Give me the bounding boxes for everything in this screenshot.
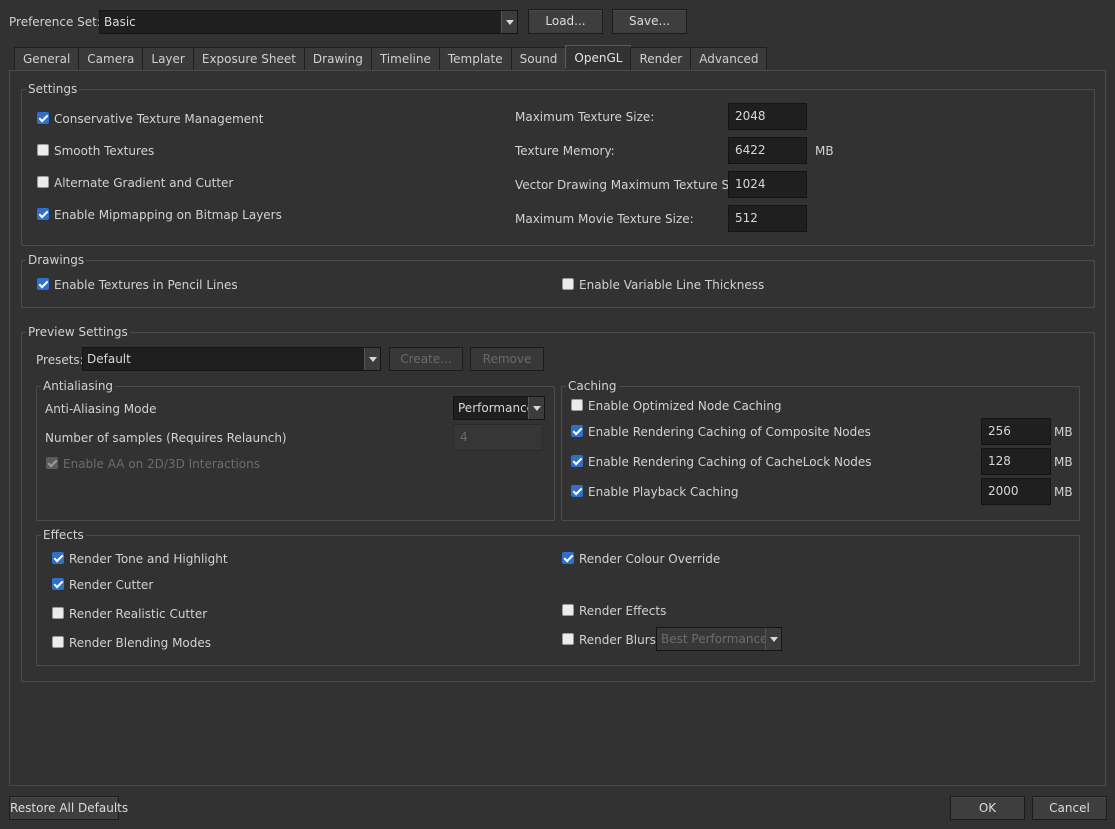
aa-samples-label: Number of samples (Requires Relaunch): [45, 431, 287, 445]
preview-settings-title: Preview Settings: [26, 325, 130, 339]
composite-nodes-label: Enable Rendering Caching of Composite No…: [588, 425, 871, 439]
vector-max-texture-label: Vector Drawing Maximum Texture Size :: [515, 178, 754, 192]
max-texture-size-label: Maximum Texture Size:: [515, 110, 655, 124]
colour-override-label: Render Colour Override: [579, 552, 721, 566]
textures-pencil-label: Enable Textures in Pencil Lines: [54, 278, 238, 292]
cachelock-nodes-field[interactable]: 128: [981, 448, 1051, 475]
aa-samples-field[interactable]: 4: [453, 424, 543, 451]
composite-nodes-unit: MB: [1054, 425, 1073, 439]
tab-sound[interactable]: Sound: [510, 47, 567, 70]
aa-mode-dropdown[interactable]: Performance: [453, 396, 545, 420]
tone-highlight-checkbox[interactable]: [52, 552, 64, 564]
tab-opengl[interactable]: OpenGL: [565, 45, 632, 69]
drawings-title: Drawings: [26, 253, 87, 267]
enable-mipmapping-checkbox[interactable]: [37, 208, 49, 220]
max-movie-texture-label: Maximum Movie Texture Size:: [515, 212, 694, 226]
presets-value: Default: [87, 352, 131, 366]
enable-mipmapping-label: Enable Mipmapping on Bitmap Layers: [54, 208, 282, 222]
alternate-gradient-label: Alternate Gradient and Cutter: [54, 176, 234, 190]
remove-preset-button[interactable]: Remove: [470, 347, 544, 371]
antialiasing-title: Antialiasing: [41, 379, 116, 393]
tab-template[interactable]: Template: [438, 47, 512, 70]
optimized-node-checkbox[interactable]: [571, 399, 583, 411]
preference-set-value: Basic: [104, 15, 136, 29]
caching-title: Caching: [566, 379, 619, 393]
preference-set-dropdown[interactable]: Basic: [99, 10, 518, 34]
ok-button[interactable]: OK: [950, 796, 1025, 820]
load-button[interactable]: Load...: [528, 9, 603, 34]
create-preset-button[interactable]: Create...: [389, 347, 463, 371]
playback-caching-field[interactable]: 2000: [981, 478, 1051, 505]
render-cutter-label: Render Cutter: [69, 578, 154, 592]
texture-memory-field[interactable]: 6422: [728, 137, 807, 164]
aa-interactions-checkbox[interactable]: [46, 457, 58, 469]
playback-caching-checkbox[interactable]: [571, 485, 583, 497]
colour-override-checkbox[interactable]: [562, 552, 574, 564]
restore-defaults-button[interactable]: Restore All Defaults: [9, 796, 128, 820]
realistic-cutter-checkbox[interactable]: [52, 607, 64, 619]
preference-set-label: Preference Set:: [9, 15, 101, 29]
render-effects-checkbox[interactable]: [562, 604, 574, 616]
presets-label: Presets:: [36, 353, 84, 367]
variable-thickness-label: Enable Variable Line Thickness: [579, 278, 765, 292]
alternate-gradient-checkbox[interactable]: [37, 176, 49, 188]
tab-drawing[interactable]: Drawing: [303, 47, 372, 70]
render-cutter-checkbox[interactable]: [52, 578, 64, 590]
vector-max-texture-field[interactable]: 1024: [728, 171, 807, 198]
conservative-texture-label: Conservative Texture Management: [54, 112, 264, 126]
cancel-button[interactable]: Cancel: [1032, 796, 1107, 820]
render-blurs-checkbox[interactable]: [562, 633, 574, 645]
tab-advanced[interactable]: Advanced: [690, 47, 768, 70]
textures-pencil-checkbox[interactable]: [37, 278, 49, 290]
conservative-texture-checkbox[interactable]: [37, 112, 49, 124]
tab-exposure-sheet[interactable]: Exposure Sheet: [192, 47, 305, 70]
render-blurs-label: Render Blurs: [579, 633, 656, 647]
chevron-down-icon[interactable]: [765, 628, 781, 650]
blending-modes-label: Render Blending Modes: [69, 636, 212, 650]
tab-timeline[interactable]: Timeline: [370, 47, 440, 70]
max-texture-size-field[interactable]: 2048: [728, 103, 807, 130]
aa-mode-label: Anti-Aliasing Mode: [45, 402, 157, 416]
blurs-mode-dropdown[interactable]: Best Performance: [656, 627, 782, 651]
max-movie-texture-field[interactable]: 512: [728, 205, 807, 232]
settings-title: Settings: [26, 82, 80, 96]
chevron-down-icon[interactable]: [501, 11, 517, 33]
tab-layer[interactable]: Layer: [142, 47, 194, 70]
composite-nodes-checkbox[interactable]: [571, 425, 583, 437]
presets-dropdown[interactable]: Default: [82, 347, 381, 371]
chevron-down-icon[interactable]: [364, 348, 380, 370]
tab-bar: General Camera Layer Exposure Sheet Draw…: [14, 45, 768, 70]
cachelock-nodes-checkbox[interactable]: [571, 455, 583, 467]
realistic-cutter-label: Render Realistic Cutter: [69, 607, 208, 621]
tone-highlight-label: Render Tone and Highlight: [69, 552, 228, 566]
playback-caching-label: Enable Playback Caching: [588, 485, 739, 499]
cachelock-nodes-label: Enable Rendering Caching of CacheLock No…: [588, 455, 872, 469]
playback-caching-unit: MB: [1054, 485, 1073, 499]
effects-title: Effects: [41, 528, 86, 542]
blending-modes-checkbox[interactable]: [52, 636, 64, 648]
variable-thickness-checkbox[interactable]: [562, 278, 574, 290]
chevron-down-icon[interactable]: [528, 397, 544, 419]
tab-render[interactable]: Render: [630, 47, 692, 70]
render-effects-label: Render Effects: [579, 604, 667, 618]
smooth-textures-checkbox[interactable]: [37, 144, 49, 156]
tab-general[interactable]: General: [14, 47, 80, 70]
aa-interactions-label: Enable AA on 2D/3D Interactions: [63, 457, 260, 471]
blurs-mode-value: Best Performance: [661, 632, 768, 646]
tab-camera[interactable]: Camera: [78, 47, 144, 70]
composite-nodes-field[interactable]: 256: [981, 418, 1051, 445]
texture-memory-unit: MB: [815, 144, 834, 158]
save-button[interactable]: Save...: [612, 9, 687, 34]
aa-mode-value: Performance: [458, 401, 535, 415]
texture-memory-label: Texture Memory:: [515, 144, 615, 158]
cachelock-nodes-unit: MB: [1054, 455, 1073, 469]
smooth-textures-label: Smooth Textures: [54, 144, 155, 158]
optimized-node-label: Enable Optimized Node Caching: [588, 399, 782, 413]
